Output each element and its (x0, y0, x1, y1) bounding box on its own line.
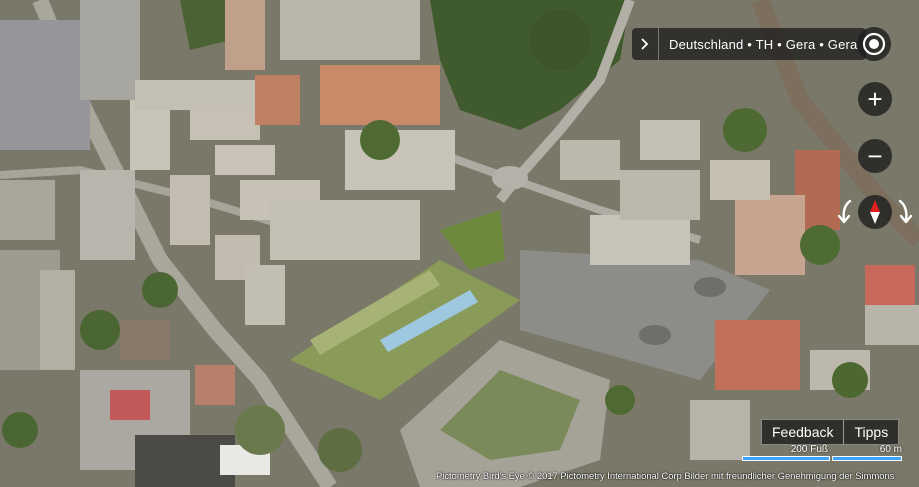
rotate-left-icon (837, 199, 852, 224)
aerial-map-view[interactable] (0, 0, 919, 487)
tipps-button[interactable]: Tipps (844, 420, 898, 444)
rotate-left-button[interactable] (836, 199, 856, 225)
scale-feet-label: 200 Fuß (790, 444, 828, 455)
scale-feet-bar (742, 456, 830, 461)
compass-button[interactable] (858, 195, 892, 229)
scale-meters-bar (832, 456, 902, 461)
rotate-right-icon (898, 199, 913, 224)
feedback-button[interactable]: Feedback (762, 420, 843, 444)
zoom-in-button[interactable]: + (858, 82, 892, 116)
rotate-right-button[interactable] (894, 199, 914, 225)
scale-meters-label: 60 m (879, 444, 902, 455)
copyright-text: Pictometry Bird's Eye © 2017 Pictometry … (436, 470, 895, 481)
zoom-out-button[interactable]: − (858, 139, 892, 173)
feedback-tipps-bar: Feedback Tipps (761, 419, 900, 445)
compass-icon (870, 200, 880, 224)
locate-me-icon (862, 32, 886, 56)
location-breadcrumb-bar[interactable]: Deutschland • TH • Gera • Gera (632, 28, 866, 60)
locate-me-button[interactable] (857, 27, 891, 61)
location-breadcrumb[interactable]: Deutschland • TH • Gera • Gera (659, 37, 866, 52)
chevron-right-icon[interactable] (632, 28, 659, 60)
